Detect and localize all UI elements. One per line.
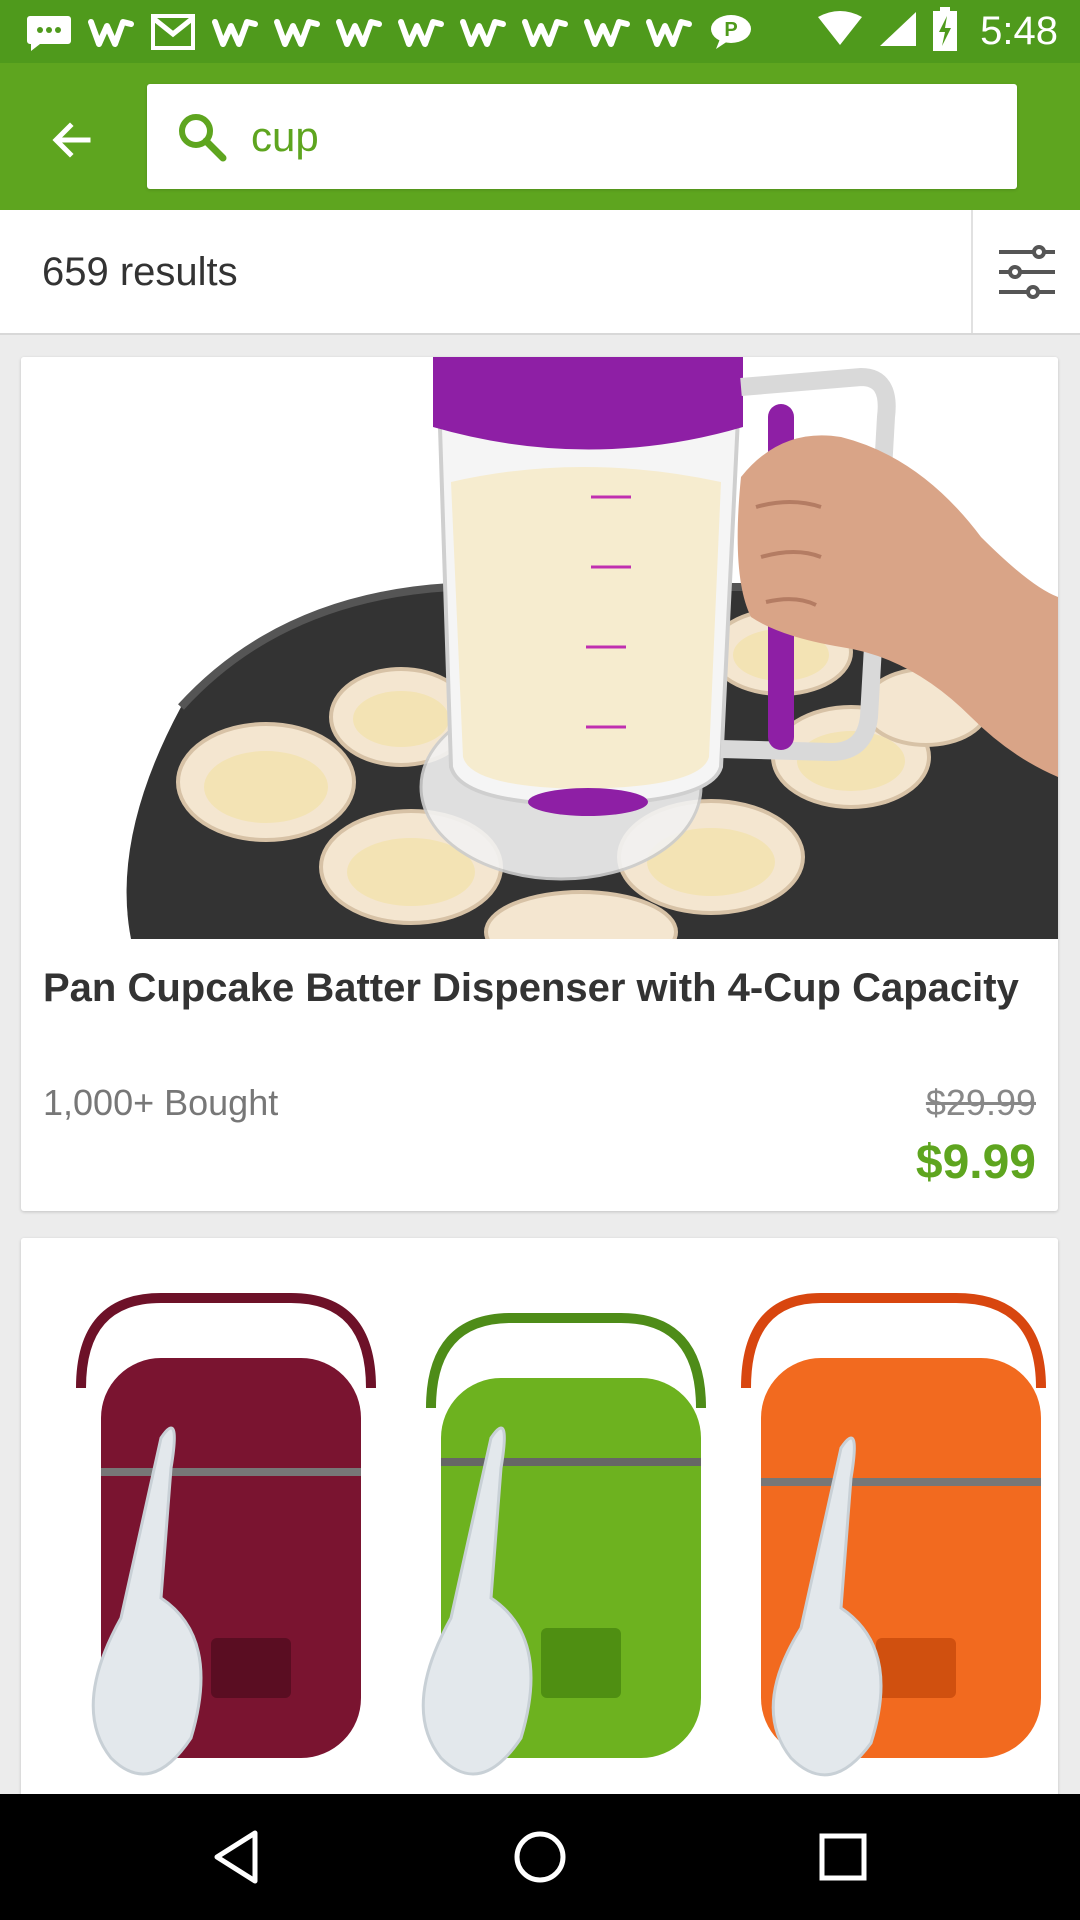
chat-icon: P bbox=[704, 8, 758, 56]
back-arrow-icon bbox=[52, 122, 91, 158]
system-nav-bar bbox=[0, 1794, 1080, 1920]
system-icons: 5:48 bbox=[816, 0, 1058, 63]
wish-icon bbox=[518, 8, 572, 56]
svg-text:P: P bbox=[724, 19, 737, 41]
battery-charging-icon bbox=[932, 7, 958, 56]
back-button[interactable] bbox=[30, 98, 114, 182]
search-icon bbox=[179, 114, 227, 162]
wifi-icon bbox=[816, 11, 864, 52]
nav-back-button[interactable] bbox=[192, 1817, 282, 1897]
product-image bbox=[21, 1238, 1058, 1798]
filter-button[interactable] bbox=[973, 210, 1080, 333]
search-box[interactable] bbox=[147, 84, 1017, 189]
wish-icon bbox=[332, 8, 386, 56]
recents-square-icon bbox=[819, 1833, 867, 1881]
results-count: 659 results bbox=[42, 250, 238, 294]
back-triangle-icon bbox=[214, 1830, 258, 1884]
wish-icon bbox=[84, 8, 138, 56]
sale-price: $9.99 bbox=[915, 1136, 1036, 1189]
clock: 5:48 bbox=[980, 9, 1058, 53]
wish-icon bbox=[394, 8, 448, 56]
signal-icon bbox=[878, 10, 918, 53]
wish-icon bbox=[580, 8, 634, 56]
filter-sliders-icon bbox=[998, 244, 1055, 299]
wish-icon bbox=[642, 8, 696, 56]
search-input[interactable] bbox=[251, 84, 991, 189]
product-title: Pan Cupcake Batter Dispenser with 4-Cup … bbox=[43, 966, 1019, 1010]
product-card[interactable]: Pan Cupcake Batter Dispenser with 4-Cup … bbox=[21, 357, 1058, 1211]
app-bar bbox=[0, 63, 1080, 210]
product-image bbox=[21, 357, 1058, 939]
nav-home-button[interactable] bbox=[495, 1817, 585, 1897]
home-circle-icon bbox=[514, 1831, 566, 1883]
status-bar: P 5:48 bbox=[0, 0, 1080, 63]
original-price: $29.99 bbox=[925, 1082, 1036, 1123]
wish-icon bbox=[456, 8, 510, 56]
notification-icons: P bbox=[22, 8, 758, 56]
product-card[interactable] bbox=[21, 1238, 1058, 1798]
wish-icon bbox=[270, 8, 324, 56]
gmail-icon bbox=[146, 8, 200, 56]
bought-count: 1,000+ Bought bbox=[43, 1082, 279, 1123]
nav-recents-button[interactable] bbox=[798, 1817, 888, 1897]
message-icon bbox=[22, 8, 76, 56]
wish-icon bbox=[208, 8, 262, 56]
results-bar: 659 results bbox=[0, 210, 1080, 335]
